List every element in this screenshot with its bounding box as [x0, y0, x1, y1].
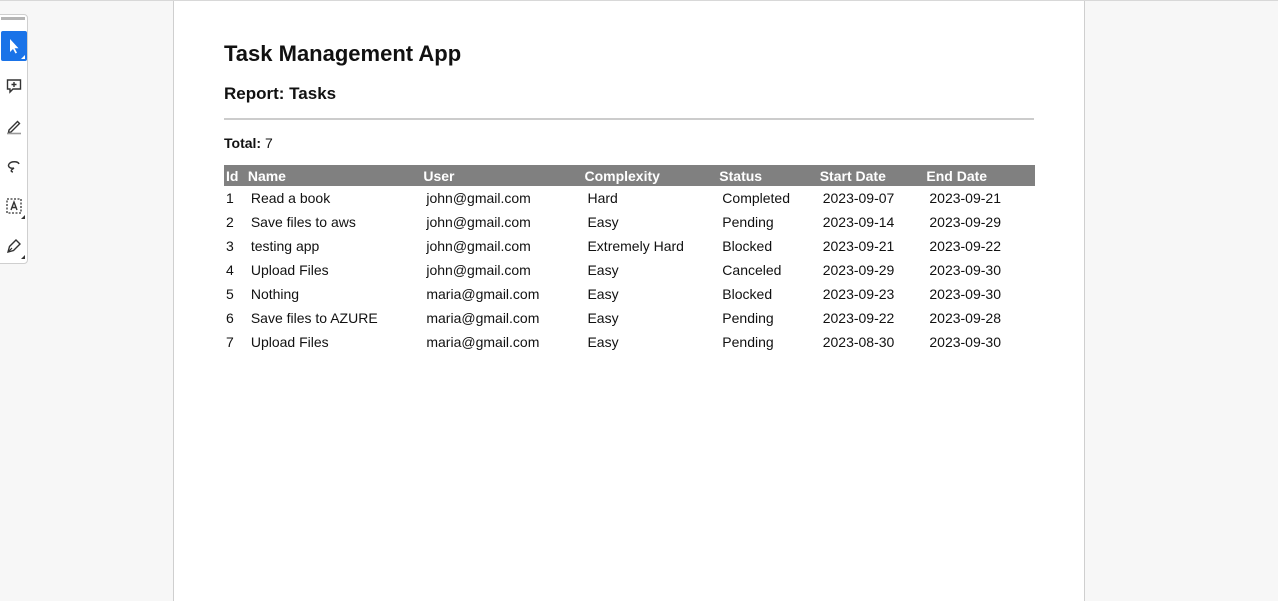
table-row: 1 Read a book john@gmail.com Hard Comple… [224, 186, 1035, 210]
cell-name: Read a book [250, 190, 331, 206]
report-subtitle: Report: Tasks [224, 84, 337, 103]
cell-id: 4 [226, 262, 234, 278]
cell-end-date: 2023-09-29 [929, 214, 1001, 230]
cell-start-date: 2023-09-21 [822, 238, 895, 254]
column-header-name: Name [246, 165, 423, 186]
cell-name: Upload Files [250, 262, 329, 278]
total-label: Total: [224, 135, 262, 151]
cell-user: john@gmail.com [426, 238, 531, 254]
total-value: 7 [264, 135, 273, 151]
cell-start-date: 2023-09-14 [822, 214, 895, 230]
cell-name: Save files to aws [250, 214, 356, 230]
cell-end-date: 2023-09-22 [929, 238, 1001, 254]
table-row: 6 Save files to AZURE maria@gmail.com Ea… [224, 306, 1035, 330]
text-box-tool-button[interactable] [1, 191, 27, 221]
app-title: Task Management App [224, 41, 462, 66]
cell-user: maria@gmail.com [426, 286, 540, 302]
cell-name: Save files to AZURE [250, 310, 378, 326]
document-page: Task Management App Report: Tasks Total:… [173, 1, 1085, 601]
table-row: 2 Save files to aws john@gmail.com Easy … [224, 210, 1035, 234]
toolbar-drag-handle[interactable] [1, 17, 25, 20]
column-header-complexity: Complexity [583, 165, 719, 186]
column-header-id: Id [224, 165, 247, 186]
column-header-end-date: End Date [925, 165, 1035, 186]
column-header-start-date: Start Date [818, 165, 926, 186]
cell-user: maria@gmail.com [426, 310, 540, 326]
cell-end-date: 2023-09-30 [929, 286, 1001, 302]
cell-id: 6 [226, 310, 234, 326]
cell-start-date: 2023-09-22 [822, 310, 895, 326]
cell-status: Pending [722, 214, 774, 230]
cell-end-date: 2023-09-28 [929, 310, 1001, 326]
cell-complexity: Easy [587, 286, 619, 302]
cell-complexity: Extremely Hard [587, 238, 684, 254]
draw-tool-button[interactable] [1, 151, 27, 181]
cell-complexity: Easy [587, 334, 619, 350]
cell-name: testing app [250, 238, 320, 254]
cell-status: Blocked [722, 286, 773, 302]
freehand-draw-icon [7, 161, 20, 173]
cell-start-date: 2023-09-23 [822, 286, 895, 302]
table-row: 4 Upload Files john@gmail.com Easy Cance… [224, 258, 1035, 282]
cell-complexity: Easy [587, 310, 619, 326]
cell-start-date: 2023-09-29 [822, 262, 895, 278]
cell-complexity: Easy [587, 214, 619, 230]
cell-complexity: Easy [587, 262, 619, 278]
cell-status: Canceled [722, 262, 782, 278]
add-comment-tool-button[interactable] [1, 71, 27, 101]
cell-name: Nothing [250, 286, 300, 302]
cell-id: 2 [226, 214, 234, 230]
table-row: 5 Nothing maria@gmail.com Easy Blocked 2… [224, 282, 1035, 306]
cell-user: john@gmail.com [426, 262, 531, 278]
tasks-table: Id Name User Complexity Status Start Dat… [224, 165, 1035, 354]
cell-start-date: 2023-08-30 [822, 334, 895, 350]
column-header-user: User [422, 165, 584, 186]
cell-name: Upload Files [250, 334, 329, 350]
cell-start-date: 2023-09-07 [822, 190, 895, 206]
cell-id: 7 [226, 334, 234, 350]
cell-end-date: 2023-09-30 [929, 262, 1001, 278]
table-row: 3 testing app john@gmail.com Extremely H… [224, 234, 1035, 258]
comment-plus-icon [6, 79, 22, 94]
pen-sign-icon [7, 239, 21, 253]
text-box-icon [6, 198, 22, 214]
cell-status: Pending [722, 334, 774, 350]
table-header-row: Id Name User Complexity Status Start Dat… [224, 165, 1035, 186]
table-row: 7 Upload Files maria@gmail.com Easy Pend… [224, 330, 1035, 354]
cell-id: 3 [226, 238, 234, 254]
total-count: Total: 7 [224, 135, 273, 151]
cursor-arrow-icon [10, 39, 19, 54]
highlighter-icon [7, 120, 21, 135]
cell-complexity: Hard [587, 190, 618, 206]
highlight-tool-button[interactable] [1, 111, 27, 141]
divider [224, 118, 1034, 120]
cell-id: 1 [226, 190, 234, 206]
cell-status: Blocked [722, 238, 773, 254]
cell-status: Pending [722, 310, 774, 326]
submenu-indicator-icon [21, 55, 25, 59]
cell-user: john@gmail.com [426, 190, 531, 206]
cell-end-date: 2023-09-30 [929, 334, 1001, 350]
cell-user: maria@gmail.com [426, 334, 540, 350]
select-tool-button[interactable] [1, 31, 27, 61]
column-header-status: Status [718, 165, 819, 186]
cell-user: john@gmail.com [426, 214, 531, 230]
cell-end-date: 2023-09-21 [929, 190, 1001, 206]
cell-status: Completed [722, 190, 790, 206]
annotation-toolbar [0, 14, 28, 264]
submenu-indicator-icon [21, 215, 25, 219]
cell-id: 5 [226, 286, 234, 302]
sign-tool-button[interactable] [1, 231, 27, 261]
submenu-indicator-icon [21, 255, 25, 259]
